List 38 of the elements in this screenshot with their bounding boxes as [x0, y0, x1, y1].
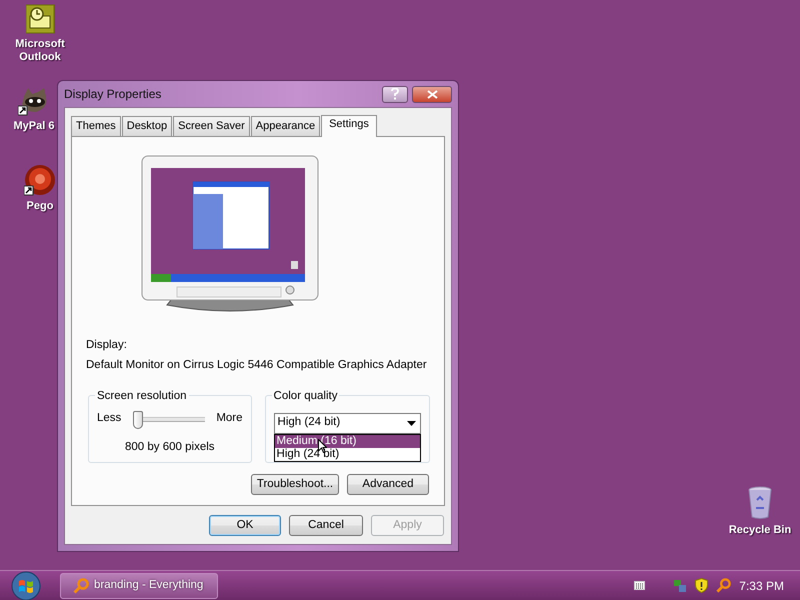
help-button[interactable]	[382, 86, 408, 102]
close-icon	[426, 90, 438, 98]
resolution-value: 800 by 600 pixels	[124, 440, 216, 454]
icon-label[interactable]: Pego	[26, 200, 54, 213]
dropdown-arrow-icon	[407, 420, 416, 426]
button[interactable]: OK	[209, 514, 281, 536]
display-value: Default Monitor on Cirrus Logic 5446 Compatible Graphics Adapter	[86, 358, 428, 374]
help-icon	[391, 88, 399, 100]
keyboard-icon[interactable]	[634, 581, 646, 590]
tab[interactable]: Screen Saver	[173, 116, 250, 136]
dropdown-option[interactable]: High (24 bit)	[274, 448, 420, 460]
icon-label[interactable]: Recycle Bin	[728, 524, 792, 537]
recycle-bin-icon[interactable]	[747, 486, 773, 520]
icon-label[interactable]: MyPal 6	[14, 120, 54, 133]
button[interactable]: Advanced	[347, 474, 429, 494]
button[interactable]: Troubleshoot...	[251, 474, 339, 494]
window-title: Display Properties	[64, 86, 162, 103]
start-button[interactable]	[11, 571, 41, 600]
icon-label[interactable]: Microsoft Outlook	[10, 38, 70, 64]
tab[interactable]: Themes	[71, 116, 121, 136]
calendar-icon[interactable]	[25, 4, 55, 34]
shield-icon[interactable]	[695, 578, 708, 593]
slider-label: Less	[97, 410, 122, 426]
tab[interactable]: Appearance	[250, 116, 320, 136]
button[interactable]: Cancel	[289, 514, 363, 536]
taskbar-button[interactable]: branding - Everything	[60, 572, 218, 598]
search-icon	[73, 578, 89, 594]
search-icon[interactable]	[716, 578, 732, 593]
taskbar-button-label: branding - Everything	[94, 578, 204, 593]
slider-thumb[interactable]	[132, 410, 143, 428]
record-button-icon[interactable]	[24, 164, 56, 196]
close-button[interactable]	[412, 86, 452, 102]
tab[interactable]: Desktop	[122, 116, 172, 136]
display-label: Display:	[86, 338, 128, 353]
clock[interactable]: 7:33 PM	[739, 576, 784, 594]
dropdown[interactable]: High (24 bit)	[274, 412, 421, 434]
tab[interactable]: Settings	[321, 115, 377, 137]
slider-label: More	[216, 410, 243, 426]
